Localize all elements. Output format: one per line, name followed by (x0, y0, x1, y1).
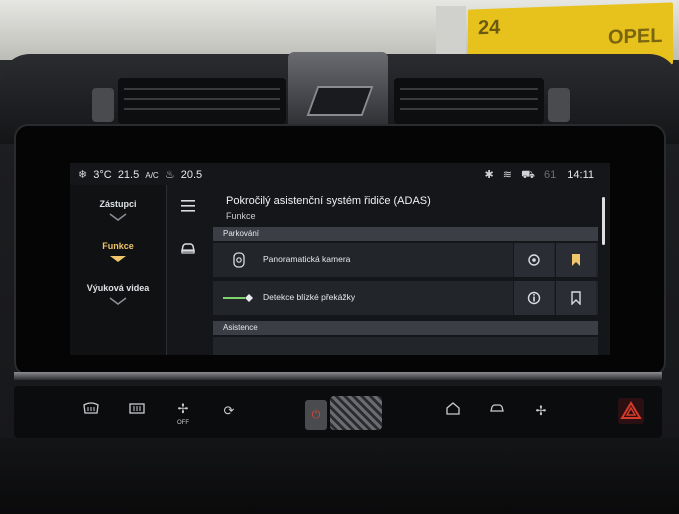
clock-diamond-icon (306, 86, 374, 116)
favorite-button[interactable] (555, 243, 596, 277)
main-content: Pokročilý asistenční systém řidiče (ADAS… (213, 185, 603, 355)
hamburger-icon[interactable] (179, 197, 197, 215)
list-item-partial[interactable] (213, 337, 598, 355)
scrollbar[interactable] (602, 197, 605, 245)
status-bar: ❄ 3°C 21.5 A/C ♨ 20.5 ✱ ≋ ⛟ 61 14:11 (70, 163, 610, 185)
fan-icon: ✢ (177, 401, 189, 416)
page-title: Pokročilý asistenční systém řidiče (ADAS… (226, 195, 431, 207)
settings-button[interactable] (513, 243, 554, 277)
side-menu-item-vyukova-videa[interactable]: Výuková videa (70, 283, 166, 293)
car-icon[interactable] (179, 239, 197, 257)
page-subtitle: Funkce (226, 211, 256, 221)
rear-defrost-icon[interactable] (78, 400, 104, 422)
recirculation-icon[interactable]: ⟳ (216, 400, 242, 422)
clock-time: 14:11 (567, 169, 594, 181)
vent-knob-left[interactable] (92, 88, 114, 122)
bookmark-filled-icon (572, 254, 580, 266)
side-menu-label: Zástupci (99, 199, 137, 209)
side-menu-item-zastupci[interactable]: Zástupci (70, 199, 166, 209)
chrome-trim (14, 372, 662, 380)
bluetooth-icon: ✱ (484, 169, 494, 181)
list-item-panoramaticka-kamera[interactable]: Panoramatická kamera (213, 243, 598, 277)
air-vent-right (394, 78, 544, 124)
volume-knob[interactable] (330, 396, 382, 430)
section-header-asistence: Asistence (213, 321, 598, 335)
chevron-down-icon (108, 297, 128, 305)
list-item-label: Detekce blízké překážky (263, 292, 356, 302)
vent-knob-right[interactable] (548, 88, 570, 122)
side-menu-label: Výuková videa (86, 283, 150, 293)
car-icon[interactable] (484, 400, 510, 422)
bookmark-icon (571, 291, 581, 305)
side-menu-label: Funkce (102, 241, 134, 251)
chevron-down-icon (108, 255, 128, 263)
gear-icon (528, 254, 540, 266)
list-item-detekce-blizke-prekazky[interactable]: Detekce blízké překážky (213, 281, 598, 315)
power-button[interactable]: ⏻ (305, 400, 327, 430)
dashboard-lower (0, 438, 679, 514)
power-icon: ⏻ (311, 409, 321, 421)
info-icon (527, 291, 541, 305)
section-title: Asistence (223, 323, 258, 332)
signal-value: 61 (543, 169, 557, 181)
fan-icon[interactable]: ✢ (528, 400, 554, 422)
sign-brand: OPEL (608, 24, 663, 49)
hazard-button[interactable] (618, 398, 644, 424)
car-status-icon: ⛟ (521, 169, 535, 181)
outside-temp: 3°C (93, 169, 112, 181)
favorite-button[interactable] (555, 281, 596, 315)
chevron-down-icon (108, 213, 128, 221)
camera-icon (231, 252, 247, 268)
section-title: Parkování (223, 229, 260, 238)
car-dashboard: 24 OPEL ❄ 3°C 21.5 A/C ♨ 20.5 ✱ ≋ ⛟ 61 14:… (0, 0, 679, 514)
left-temp[interactable]: 21.5 (118, 169, 139, 181)
side-menu: Zástupci Funkce Výuková videa (70, 185, 166, 355)
fan-off-label: OFF (177, 420, 189, 426)
nav-column (167, 185, 207, 355)
sign-number: 24 (478, 16, 501, 40)
obstacle-icon (223, 290, 257, 306)
info-button[interactable] (513, 281, 554, 315)
seat-heat-icon[interactable]: ♨ (165, 168, 175, 181)
home-icon[interactable] (440, 400, 466, 422)
infotainment-screen: ❄ 3°C 21.5 A/C ♨ 20.5 ✱ ≋ ⛟ 61 14:11 Zástu… (70, 163, 610, 355)
side-menu-item-funkce[interactable]: Funkce (70, 241, 166, 251)
air-vent-left (118, 78, 286, 124)
snowflake-icon: ❄ (78, 169, 88, 181)
section-header-parkovani: Parkování (213, 227, 598, 241)
wifi-icon: ≋ (502, 169, 512, 181)
ac-label[interactable]: A/C (145, 171, 158, 180)
front-defrost-icon[interactable] (124, 400, 150, 422)
list-item-label: Panoramatická kamera (263, 254, 351, 264)
hazard-icon (620, 401, 642, 419)
right-temp[interactable]: 20.5 (181, 169, 202, 181)
fan-off-button[interactable]: ✢ OFF (170, 398, 196, 426)
